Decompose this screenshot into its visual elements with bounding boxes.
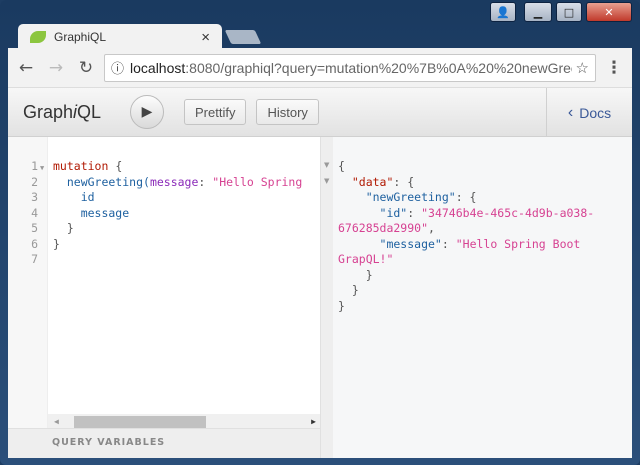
execute-query-button[interactable]: ▶ [130, 95, 164, 129]
user-icon[interactable]: 👤 [490, 2, 516, 22]
graphiql-logo: GraphiQL [23, 101, 102, 122]
result-line: "id": "34746b4e-465c-4d9b-a038- [338, 205, 595, 220]
spring-leaf-icon [30, 31, 46, 43]
minimize-button[interactable]: ▁ [524, 2, 552, 22]
history-button[interactable]: History [256, 99, 319, 125]
code-line: id [53, 190, 95, 204]
line-number: 4 [31, 205, 38, 220]
code-line: newGreeting(message: "Hello Spring [53, 174, 303, 189]
result-line: } [338, 298, 345, 313]
graphiql-toolbar: GraphiQL ▶ Prettify History ‹ Docs [8, 87, 632, 137]
result-line: } [338, 267, 373, 282]
close-window-button[interactable]: ✕ [586, 2, 632, 22]
result-line: { [338, 159, 345, 173]
url-input[interactable]: ⓘ localhost:8080/graphiql?query=mutation… [104, 53, 596, 82]
info-icon[interactable]: ⓘ [111, 58, 124, 77]
back-icon[interactable]: ← [14, 58, 38, 78]
result-line: } [338, 283, 359, 297]
chevron-left-icon: ‹ [567, 103, 574, 121]
prettify-button[interactable]: Prettify [184, 99, 247, 125]
result-line: 676285da2990", [338, 221, 435, 235]
code-line: message [53, 205, 130, 220]
result-line: GrapQL!" [338, 252, 394, 266]
code-line: mutation { [53, 159, 123, 173]
maximize-button[interactable]: □ [556, 2, 582, 22]
star-icon[interactable]: ☆ [576, 59, 589, 77]
browser-tab[interactable]: GraphiQL × [18, 24, 222, 50]
result-line: "message": "Hello Spring Boot [338, 236, 581, 251]
scrollbar-thumb[interactable] [74, 416, 206, 428]
fold-arrow-icon[interactable]: ▼ [40, 161, 44, 177]
url-path: :8080/graphiql?query=mutation%20%7B%0A%2… [185, 59, 572, 76]
new-tab-button[interactable] [224, 30, 262, 44]
line-number: 1 [31, 159, 38, 173]
code-line: } [53, 221, 74, 235]
line-number: 3 [31, 190, 38, 204]
line-number: 2 [31, 174, 38, 189]
fold-arrow-icon[interactable]: ▼ [324, 177, 329, 185]
query-editor[interactable]: 1 2 3 4 5 6 7 ▼ mutation { newGreeting(m… [8, 137, 320, 428]
browser-content: ← → ↻ ⓘ localhost:8080/graphiql?query=mu… [8, 48, 632, 458]
line-number: 7 [31, 252, 38, 266]
pane-divider[interactable]: ▼ ▼ [320, 137, 333, 458]
code-line: } [53, 236, 60, 251]
horizontal-scrollbar[interactable]: ◀ ▶ [48, 414, 320, 428]
docs-label: Docs [579, 104, 612, 121]
reload-icon[interactable]: ↻ [74, 58, 98, 78]
window-controls: 👤 ▁ □ ✕ [490, 2, 632, 22]
result-line: "newGreeting": { [338, 190, 477, 204]
query-variables-header[interactable]: QUERY VARIABLES [8, 428, 320, 458]
url-host: localhost [130, 59, 186, 76]
tab-close-icon[interactable]: × [201, 29, 210, 46]
menu-icon[interactable]: ⋮ [602, 58, 626, 78]
docs-button[interactable]: ‹ Docs [546, 88, 632, 137]
forward-icon[interactable]: → [44, 58, 68, 78]
line-number: 5 [31, 221, 38, 235]
play-icon: ▶ [141, 104, 153, 120]
result-viewer: { "data": { "newGreeting": { "id": "3474… [333, 137, 632, 458]
address-bar-row: ← → ↻ ⓘ localhost:8080/graphiql?query=mu… [8, 48, 632, 87]
tab-title: GraphiQL [54, 30, 107, 44]
line-number: 6 [31, 236, 38, 251]
result-line: "data": { [338, 174, 415, 189]
fold-arrow-icon[interactable]: ▼ [324, 161, 329, 169]
